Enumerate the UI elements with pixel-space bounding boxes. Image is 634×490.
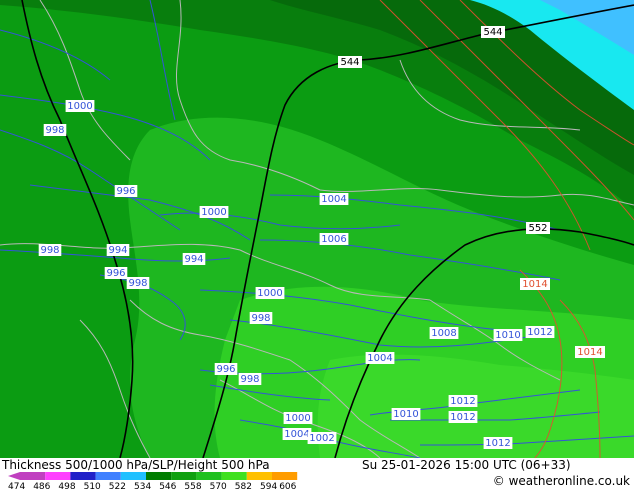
legend-swatch xyxy=(221,472,247,480)
isobar-label: 1000 xyxy=(201,207,226,218)
legend-tick-label: 486 xyxy=(33,482,50,490)
weather-map: 544 544 552 100099899610001004998 9949949… xyxy=(0,0,634,458)
height-label: 544 xyxy=(340,57,359,68)
isobar-label: 998 xyxy=(251,313,270,324)
legend-tick-label: 474 xyxy=(8,482,25,490)
isobar-label: 996 xyxy=(106,268,125,279)
isobar-label: 1010 xyxy=(393,409,418,420)
isobar-label: 1004 xyxy=(284,429,309,440)
isobar-label: 1010 xyxy=(495,330,520,341)
legend-swatch xyxy=(272,472,298,480)
map-datetime: Su 25-01-2026 15:00 UTC (06+33) xyxy=(362,458,571,472)
legend-tick-label: 582 xyxy=(235,482,252,490)
isobar-label: 1012 xyxy=(527,327,552,338)
isobar-label: 1004 xyxy=(367,353,392,364)
isobar-label: 1000 xyxy=(67,101,92,112)
legend-swatch xyxy=(20,472,46,480)
legend-tick-label: 606 xyxy=(279,482,296,490)
legend-tick-label: 546 xyxy=(159,482,176,490)
isobar-label: 1000 xyxy=(257,288,282,299)
legend-tick-label: 522 xyxy=(109,482,126,490)
warm-label: 1014 xyxy=(577,347,602,358)
legend-tick-label: 594 xyxy=(260,482,277,490)
isobar-label: 996 xyxy=(216,364,235,375)
legend-swatch xyxy=(70,472,96,480)
isobar-label: 998 xyxy=(45,125,64,136)
legend-tick-label: 534 xyxy=(134,482,151,490)
legend-swatch xyxy=(246,472,272,480)
weather-map-frame: 544 544 552 1000 998 996 1000 1004 998 994 994 9… xyxy=(0,0,634,490)
warm-label: 1014 xyxy=(522,279,547,290)
height-label: 544 xyxy=(483,27,502,38)
isobar-label: 1012 xyxy=(485,438,510,449)
legend-tick-label: 570 xyxy=(210,482,227,490)
legend-tick-label: 510 xyxy=(84,482,101,490)
isobar-label: 994 xyxy=(108,245,127,256)
legend-arrow-left xyxy=(8,472,20,480)
legend-tick-label: 558 xyxy=(184,482,201,490)
thickness-legend: 474 486 498 510 522 534 546 558 570 582 594 606 xyxy=(8,472,298,490)
legend-swatch xyxy=(45,472,71,480)
map-title: Thickness 500/1000 hPa/SLP/Height 500 hP… xyxy=(2,458,270,472)
legend-swatch xyxy=(120,472,146,480)
isobar-label: 1012 xyxy=(450,396,475,407)
isobar-label: 994 xyxy=(184,254,203,265)
isobar-label: 996 xyxy=(116,186,135,197)
isobar-label: 1002 xyxy=(309,433,334,444)
map-footer: Thickness 500/1000 hPa/SLP/Height 500 hP… xyxy=(0,458,634,490)
isobar-label: 998 xyxy=(128,278,147,289)
isobar-label: 1006 xyxy=(321,234,346,245)
legend-swatch xyxy=(95,472,121,480)
height-label: 552 xyxy=(528,223,547,234)
legend-tick-label: 498 xyxy=(58,482,75,490)
legend-swatch xyxy=(171,472,197,480)
isobar-label: 1008 xyxy=(431,328,456,339)
isobar-label: 998 xyxy=(240,374,259,385)
isobar-label: 1004 xyxy=(321,194,346,205)
isobar-label: 998 xyxy=(40,245,59,256)
legend-swatch xyxy=(196,472,222,480)
credit-text: © weatheronline.co.uk xyxy=(492,474,630,488)
isobar-label: 1000 xyxy=(285,413,310,424)
legend-swatch xyxy=(146,472,172,480)
isobar-label: 1012 xyxy=(450,412,475,423)
